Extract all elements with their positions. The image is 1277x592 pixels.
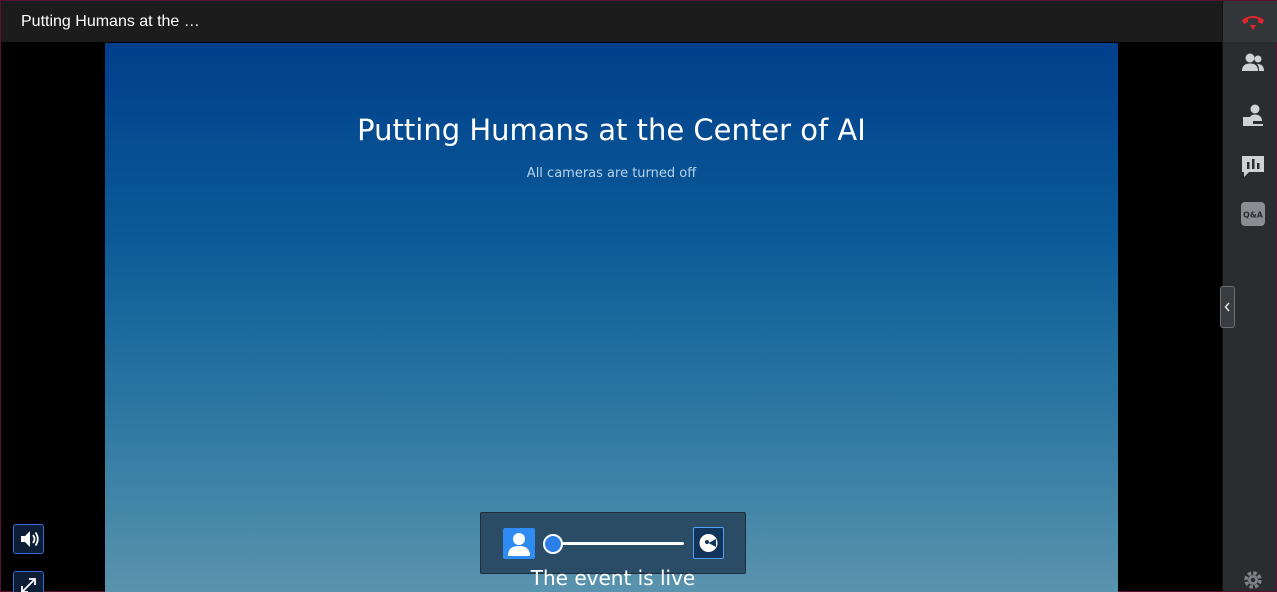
leave-call-button[interactable]: [1223, 1, 1277, 42]
screen-view-button[interactable]: [693, 527, 724, 559]
view-mix-control: [480, 512, 746, 574]
chevron-left-icon: [1221, 287, 1234, 327]
expand-icon: [14, 572, 43, 592]
live-status: The event is live: [530, 566, 696, 590]
volume-icon: [14, 525, 43, 553]
window-title: Putting Humans at the …: [21, 13, 200, 30]
qa-icon[interactable]: Q&A: [1240, 201, 1266, 227]
participants-icon[interactable]: [1240, 50, 1266, 76]
event-title: Putting Humans at the Center of AI: [357, 113, 866, 147]
camera-status: All cameras are turned off: [526, 166, 697, 181]
volume-button[interactable]: [13, 524, 44, 554]
collapse-sidebar-button[interactable]: [1220, 286, 1235, 328]
person-view-button[interactable]: [503, 528, 535, 559]
polls-icon[interactable]: [1240, 153, 1266, 179]
presenter-icon[interactable]: [1240, 102, 1266, 128]
title-bar: Putting Humans at the …: [1, 1, 1222, 42]
view-slider-track[interactable]: [551, 542, 684, 545]
hangup-icon: [1240, 9, 1266, 35]
fullscreen-button[interactable]: [13, 571, 44, 592]
gear-icon[interactable]: [1242, 569, 1264, 591]
screen-share-icon: [694, 528, 723, 558]
event-stage: Putting Humans at the Center of AI All c…: [105, 43, 1118, 592]
view-slider-thumb[interactable]: [543, 534, 563, 554]
person-icon: [503, 528, 535, 559]
qa-icon-label: Q&A: [1243, 211, 1264, 220]
